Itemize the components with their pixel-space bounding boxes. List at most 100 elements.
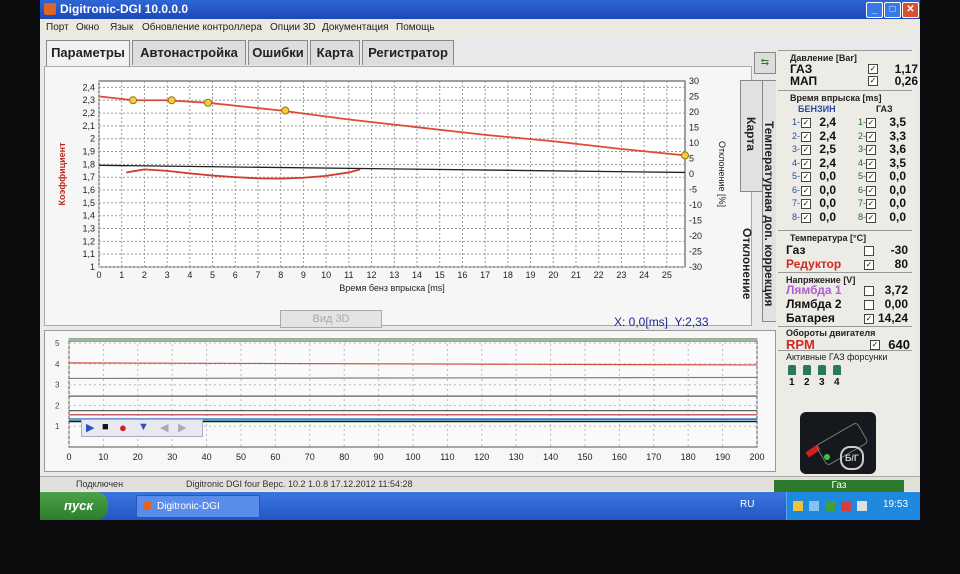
record-icon[interactable]: ● — [119, 420, 127, 435]
gaz-cyl-checkbox[interactable]: ✓ — [866, 172, 876, 182]
side-tab-map-label: Карта — [744, 117, 758, 151]
gaz-cyl-checkbox[interactable]: ✓ — [866, 118, 876, 128]
pressure-map-checkbox[interactable]: ✓ — [868, 76, 878, 86]
logger-x-tick-label: 80 — [339, 452, 349, 462]
tab-parameters[interactable]: Параметры — [46, 40, 130, 67]
voltage-label: Лямбда 1 — [786, 283, 842, 297]
benzin-cyl-number: 6- — [792, 184, 801, 195]
status-info: Digitronic DGI four Верс. 10.2 1.0.8 17.… — [186, 479, 413, 489]
gaz-cyl-checkbox[interactable]: ✓ — [866, 145, 876, 155]
gaz-cyl-value: 3,3 — [889, 128, 906, 143]
y-tick-label: 1,4 — [82, 211, 95, 221]
logger-x-tick-label: 190 — [715, 452, 730, 462]
menu-window[interactable]: Окно — [76, 22, 99, 33]
pressure-gas-checkbox[interactable]: ✓ — [868, 64, 878, 74]
benzin-cyl-checkbox[interactable]: ✓ — [801, 199, 811, 209]
tray-icon-usb[interactable] — [857, 501, 867, 511]
map-point — [167, 96, 176, 105]
benzin-cyl-checkbox[interactable]: ✓ — [801, 131, 811, 142]
language-indicator[interactable]: RU — [740, 499, 754, 510]
taskbar-item[interactable]: Digitronic-DGI — [136, 495, 260, 518]
x-tick-label: 2 — [142, 270, 147, 280]
gaz-cyl-number: 4- — [858, 157, 867, 168]
gaz-cyl-checkbox[interactable]: ✓ — [866, 131, 876, 142]
menu-port[interactable]: Порт — [46, 22, 69, 33]
benzin-cyl-value: 0,0 — [819, 182, 836, 197]
benzin-cyl-checkbox[interactable]: ✓ — [801, 185, 811, 196]
gaz-cyl-checkbox[interactable]: ✓ — [866, 212, 876, 223]
prev-icon[interactable]: ◀ — [160, 421, 168, 434]
gaz-cyl-value: 0,0 — [889, 209, 906, 224]
gaz-cyl-checkbox[interactable]: ✓ — [866, 185, 876, 196]
menu-documentation[interactable]: Документация — [322, 22, 389, 33]
voltage-checkbox[interactable]: ✓ — [864, 314, 874, 324]
save-icon[interactable]: ▼ — [138, 421, 149, 433]
side-tab-map[interactable]: Карта — [740, 80, 764, 192]
benzin-cyl-number: 7- — [792, 198, 801, 208]
tray-icon-network[interactable] — [809, 501, 819, 511]
menu-update-controller[interactable]: Обновление контроллера — [142, 22, 262, 33]
y2-tick-label: -25 — [689, 247, 702, 257]
gaz-cyl-number: 8- — [858, 211, 867, 222]
tab-errors[interactable]: Ошибки — [248, 40, 308, 65]
voltage-checkbox[interactable] — [864, 286, 874, 296]
gaz-cyl-checkbox[interactable]: ✓ — [866, 199, 876, 209]
cursor-y: Y:2,33 — [674, 315, 709, 329]
y-tick-label: 2 — [90, 134, 95, 144]
menu-help[interactable]: Помощь — [396, 22, 435, 33]
logger-x-tick-label: 20 — [133, 452, 143, 462]
menu-language[interactable]: Язык — [110, 22, 133, 33]
side-tab-deviation-label[interactable]: Отклонение — [740, 228, 754, 299]
pressure-group: Давление [Bar] ГАЗ ✓ 1,17 МАП ✓ 0,26 — [778, 50, 918, 88]
benzin-cyl-checkbox[interactable]: ✓ — [801, 212, 811, 223]
x-tick-label: 20 — [548, 270, 558, 280]
next-icon[interactable]: ▶ — [178, 421, 186, 434]
logger-x-tick-label: 100 — [405, 452, 420, 462]
gas-switch[interactable]: Б/Г — [800, 412, 876, 474]
temperature-checkbox[interactable]: ✓ — [864, 260, 874, 270]
benzin-cyl-checkbox[interactable]: ✓ — [801, 118, 811, 128]
cursor-readout: X: 0,0[ms] Y:2,33 — [614, 315, 709, 329]
x-tick-label: 18 — [503, 270, 513, 280]
menu-options-3d[interactable]: Опции 3D — [270, 22, 316, 33]
logger-x-tick-label: 170 — [646, 452, 661, 462]
x-tick-label: 6 — [233, 270, 238, 280]
tray-icon-shield[interactable] — [793, 501, 803, 511]
benzin-cyl-checkbox[interactable]: ✓ — [801, 145, 811, 155]
x-tick-label: 9 — [301, 270, 306, 280]
tray-icon-security[interactable] — [841, 501, 851, 511]
connection-icon[interactable]: ⇆ — [754, 52, 776, 74]
map-chart-panel: 0 1 2 3 4 5 6 7 8 9 10 11 12 13 14 15 16 17 18 19 20 21 22 23 24… — [44, 66, 752, 326]
benzin-cyl-checkbox[interactable]: ✓ — [801, 172, 811, 182]
temperature-checkbox[interactable] — [864, 246, 874, 256]
temperature-label: Редуктор — [786, 257, 842, 271]
x-tick-label: 15 — [435, 270, 445, 280]
logger-x-tick-label: 60 — [270, 452, 280, 462]
map-chart[interactable]: 0 1 2 3 4 5 6 7 8 9 10 11 12 13 14 15 16 17 18 19 20 21 22 23 24… — [45, 67, 751, 325]
play-icon[interactable]: ▶ — [86, 421, 94, 434]
tab-autotune[interactable]: Автонастройка — [132, 40, 246, 65]
stop-icon[interactable]: ■ — [102, 421, 109, 433]
logger-y-tick-label: 5 — [55, 339, 60, 348]
minimize-icon[interactable]: _ — [866, 2, 883, 18]
benzin-cyl-checkbox[interactable]: ✓ — [801, 158, 811, 169]
close-icon[interactable]: ✕ — [902, 2, 919, 18]
tray-icon-sound[interactable] — [825, 501, 835, 511]
gaz-cyl-value: 0,0 — [889, 169, 906, 183]
gaz-cyl-checkbox[interactable]: ✓ — [866, 158, 876, 169]
start-button[interactable]: пуск — [40, 492, 108, 520]
system-tray: 19:53 — [786, 492, 920, 520]
view-3d-button[interactable]: Вид 3D — [280, 310, 382, 328]
maximize-icon[interactable]: □ — [884, 2, 901, 18]
tab-map[interactable]: Карта — [310, 40, 360, 65]
gaz-cyl-value: 3,6 — [889, 142, 906, 156]
injector-icon — [818, 365, 826, 375]
tab-recorder[interactable]: Регистратор — [362, 40, 454, 65]
voltage-checkbox[interactable] — [864, 300, 874, 310]
gaz-cyl-number: 3- — [858, 144, 867, 154]
switch-button[interactable]: Б/Г — [840, 446, 864, 470]
x-tick-label: 0 — [96, 270, 101, 280]
benzin-cyl-number: 5- — [792, 171, 801, 181]
status-connection: Подключен — [76, 479, 124, 489]
x-tick-label: 23 — [616, 270, 626, 280]
